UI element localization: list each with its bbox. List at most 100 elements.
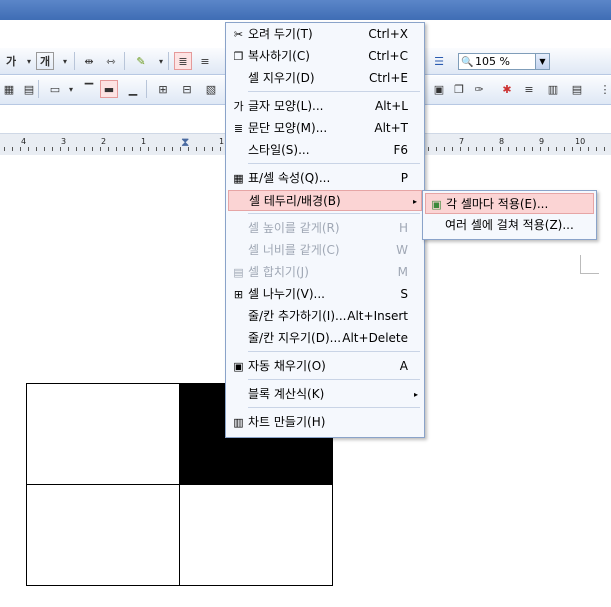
char-style-button[interactable]: 가	[2, 52, 20, 70]
ruler-tick	[204, 147, 205, 151]
context-menu: ✂ 오려 두기(T) Ctrl+X ❐ 복사하기(C) Ctrl+C 셀 지우기(D) Ctr…	[225, 22, 425, 438]
menu-item-label: 줄/칸 지우기(D)...	[248, 331, 342, 345]
char-box-button[interactable]: 개	[36, 52, 54, 70]
align-center-icon[interactable]: ≡	[520, 80, 538, 98]
ruler-tick	[436, 147, 437, 151]
menu-item[interactable]: 셀 테두리/배경(B) ▸	[228, 190, 422, 211]
menu-item[interactable]: 블록 계산식(K) ▸	[228, 384, 422, 405]
menu-item-shortcut: F6	[393, 143, 408, 157]
menu-item-shortcut: Alt+Insert	[347, 309, 408, 323]
menu-item[interactable]: 셀 지우기(D) Ctrl+E	[228, 68, 422, 89]
menu-item-shortcut: Ctrl+X	[368, 27, 408, 41]
align-left-icon[interactable]: ≡	[196, 52, 214, 70]
ruler-tick	[36, 147, 37, 151]
menu-item[interactable]: ▥ 차트 만들기(H)	[228, 412, 422, 433]
zoom-combobox[interactable]: 🔍 105 % ▼	[458, 53, 550, 70]
ruler-tick	[124, 147, 125, 151]
menu-item[interactable]: ≣ 문단 모양(M)... Alt+T	[228, 118, 422, 139]
char-spacing-icon[interactable]: ✱	[498, 80, 516, 98]
ruler-label: 3	[61, 137, 67, 146]
submenu-item[interactable]: 여러 셀에 걸쳐 적용(Z)...	[425, 215, 594, 236]
align-justify-icon[interactable]: ≣	[174, 52, 192, 70]
menu-item[interactable]: 스타일(S)... F6	[228, 140, 422, 161]
ruler-label: 1	[219, 137, 225, 146]
ruler-tick	[580, 147, 581, 151]
align-bottom-icon[interactable]: ▁	[124, 80, 142, 98]
highlighter-icon[interactable]: ✎	[132, 52, 150, 70]
paste-icon[interactable]: ▣	[430, 80, 448, 98]
ruler-tick	[500, 147, 501, 151]
ruler-tick	[84, 147, 85, 151]
table-insert-icon[interactable]: ▤	[20, 80, 38, 98]
chevron-down-icon[interactable]: ▾	[56, 52, 74, 70]
menu-item[interactable]: ⊞ 셀 나누기(V)... S	[228, 284, 422, 305]
menu-item-label: 블록 계산식(K)	[248, 387, 325, 401]
cell-format-icon[interactable]: ▧	[202, 80, 220, 98]
menu-item[interactable]: ▦ 표/셀 속성(Q)... P	[228, 168, 422, 189]
submenu-arrow-icon: ▸	[413, 390, 418, 399]
magnifier-icon: 🔍	[461, 57, 474, 68]
menu-item-label: 오려 두기(T)	[248, 27, 313, 41]
zoom-dropdown-arrow[interactable]: ▼	[535, 54, 549, 69]
ruler-tick	[148, 147, 149, 151]
copy-format-icon[interactable]: ❐	[450, 80, 468, 98]
align-top-icon[interactable]: ▔	[80, 80, 98, 98]
chevron-down-icon[interactable]: ▾	[62, 80, 80, 98]
ruler-tick	[428, 147, 429, 151]
table-cell[interactable]	[179, 484, 333, 586]
merge-cells-icon: ▤	[233, 266, 244, 279]
menu-item-label: 글자 모양(L)...	[248, 99, 324, 113]
ruler-tick	[220, 147, 221, 151]
menu-item-label: 복사하기(C)	[248, 49, 310, 63]
ruler-tick	[132, 147, 133, 151]
menu-item: 셀 너비를 같게(C) W	[228, 240, 422, 261]
table-tool-icon[interactable]: ▦	[0, 80, 18, 98]
menu-item[interactable]: 줄/칸 지우기(D)... Alt+Delete	[228, 328, 422, 349]
spacing-wide-icon[interactable]: ⇿	[102, 52, 120, 70]
menu-item-shortcut: Alt+T	[374, 121, 408, 135]
ruler-tick	[516, 147, 517, 151]
more-icon[interactable]: ⋮	[596, 80, 611, 98]
indent-marker-icon[interactable]: ⧗	[181, 135, 189, 150]
ruler-tick	[476, 147, 477, 151]
menu-separator	[248, 163, 420, 164]
ruler-tick	[140, 147, 141, 151]
submenu-item[interactable]: ▣ 각 셀마다 적용(E)...	[425, 193, 594, 214]
menu-item[interactable]: 가 글자 모양(L)... Alt+L	[228, 96, 422, 117]
ruler-tick	[164, 147, 165, 151]
table-cell[interactable]	[26, 484, 180, 586]
menu-item-label: 줄/칸 추가하기(I)...	[248, 309, 347, 323]
ruler-tick	[44, 147, 45, 151]
dropper-icon[interactable]: ✑	[470, 80, 488, 98]
table-cell[interactable]	[26, 383, 180, 485]
menu-item[interactable]: ❐ 복사하기(C) Ctrl+C	[228, 46, 422, 67]
menu-item[interactable]: ✂ 오려 두기(T) Ctrl+X	[228, 24, 422, 45]
ruler-tick	[68, 147, 69, 151]
list-icon[interactable]: ☰	[430, 52, 448, 70]
insert-row-icon[interactable]: ⊟	[178, 80, 196, 98]
ruler-tick	[92, 147, 93, 151]
ruler-tick	[60, 147, 61, 151]
scissors-icon: ✂	[233, 28, 244, 41]
menu-item[interactable]: ▣ 자동 채우기(O) A	[228, 356, 422, 377]
ruler-tick	[116, 147, 117, 151]
menu-item-shortcut: H	[398, 221, 408, 235]
align-middle-icon[interactable]: ▬	[100, 80, 118, 98]
menu-item-label: 셀 너비를 같게(C)	[248, 243, 340, 257]
submenu-arrow-icon: ▸	[412, 197, 417, 206]
ruler-tick	[76, 147, 77, 151]
insert-column-icon[interactable]: ⊞	[154, 80, 172, 98]
menu-item[interactable]: 줄/칸 추가하기(I)... Alt+Insert	[228, 306, 422, 327]
ruler-tick	[468, 147, 469, 151]
ruler-tick	[444, 147, 445, 151]
copy-icon: ❐	[233, 50, 244, 63]
columns-icon[interactable]: ▤	[568, 80, 586, 98]
ruler-tick	[52, 147, 53, 151]
menu-item-shortcut: S	[400, 287, 408, 301]
table-props-icon: ▦	[233, 172, 244, 185]
menu-item-shortcut: Ctrl+C	[368, 49, 408, 63]
grid-icon[interactable]: ▥	[544, 80, 562, 98]
spacing-icon[interactable]: ⇹	[80, 52, 98, 70]
ruler-tick	[196, 147, 197, 151]
menu-item-shortcut: Alt+L	[375, 99, 408, 113]
